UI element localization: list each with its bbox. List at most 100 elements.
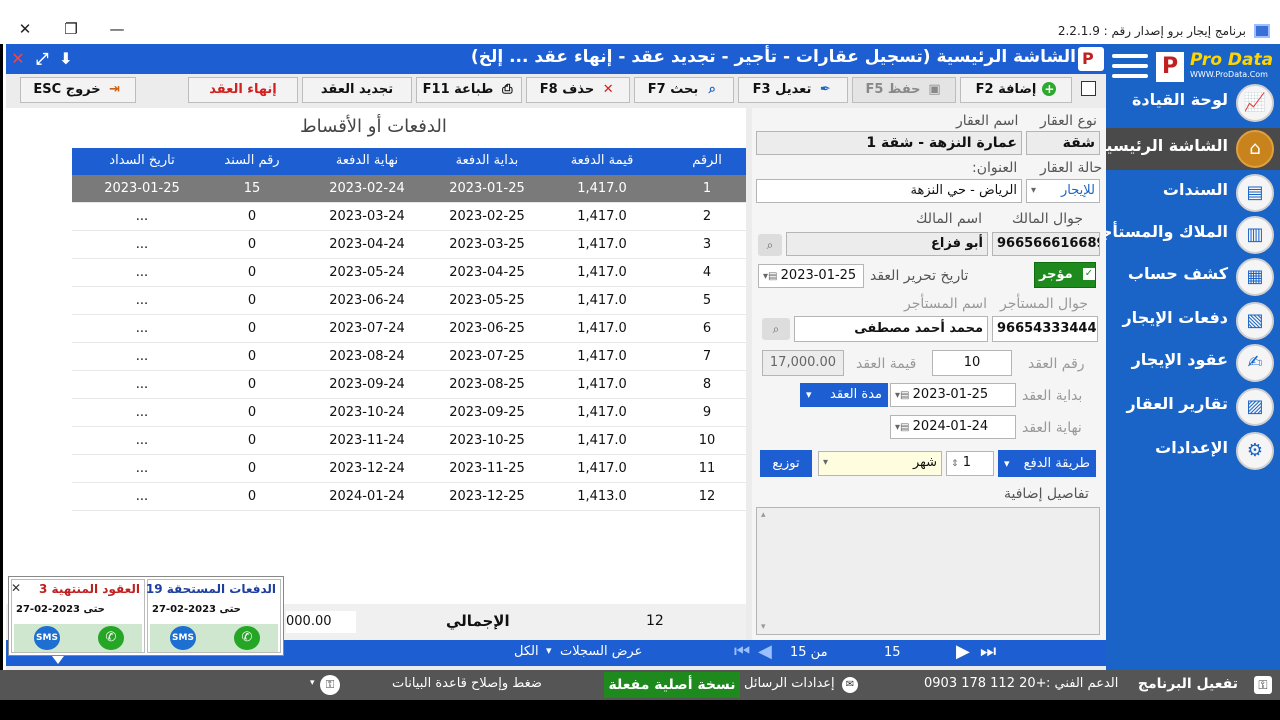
ended-contracts-card[interactable]: العقود المنتهية 3 حتى 2023-02-27 SMS ✆ — [11, 579, 145, 653]
status-select[interactable]: للإيجار ▾ — [1026, 179, 1100, 203]
cell-voucher: 0 — [247, 349, 257, 364]
sidebar-item-statement[interactable]: ▦ كشف حساب — [1106, 256, 1280, 298]
table-row[interactable]: 3 1,417.0 2023-03-25 2023-04-24 0... — [72, 231, 746, 259]
sidebar-item-vouchers[interactable]: ▤ السندات — [1106, 172, 1280, 214]
first-record-icon[interactable]: ⏮ — [734, 642, 750, 662]
rented-checkbox[interactable]: ✓ مؤجر — [1034, 262, 1096, 288]
payment-unit-select[interactable]: شهر ▾ — [818, 451, 942, 476]
owner-mobile-field[interactable]: 966566616689 — [992, 232, 1100, 256]
delete-button[interactable]: ✕ حذف F8 — [526, 77, 630, 103]
show-records-label: عرض السجلات — [560, 644, 643, 659]
whatsapp-icon[interactable]: ✆ — [98, 626, 124, 650]
table-row[interactable]: 11 1,417.0 2023-11-25 2023-12-24 0... — [72, 455, 746, 483]
next-record-icon[interactable]: ▶ — [956, 642, 970, 662]
exit-door-icon: ⇥ — [109, 82, 121, 97]
sidebar-item-dashboard[interactable]: 📈 لوحة القيادة — [1106, 82, 1280, 124]
table-row[interactable]: 6 1,417.0 2023-06-25 2023-07-24 0... — [72, 315, 746, 343]
resize-icon[interactable]: ⤢ — [32, 50, 52, 68]
sidebar-item-settings[interactable]: ⚙ الإعدادات — [1106, 430, 1280, 472]
payment-method-select[interactable]: طريقة الدفع ▾ — [998, 450, 1096, 477]
end-contract-button[interactable]: إنهاء العقد — [188, 77, 298, 103]
plus-icon: + — [1042, 82, 1057, 96]
cell-start: 2023-05-25 — [449, 293, 525, 308]
tenant-mobile-field[interactable]: 966543334444 — [992, 316, 1098, 342]
chevron-down-icon[interactable]: ▾ — [546, 644, 552, 657]
table-row[interactable]: 2 1,417.0 2023-02-25 2023-03-24 0... — [72, 203, 746, 231]
table-row[interactable]: 12 1,413.0 2023-12-25 2024-01-24 0... — [72, 483, 746, 511]
last-record-icon[interactable]: ⏭ — [980, 642, 996, 662]
show-records-value[interactable]: الكل — [514, 644, 539, 659]
distribute-button[interactable]: توزيع — [760, 450, 812, 477]
owner-mobile-label: جوال المالك — [1012, 211, 1083, 227]
col-number: الرقم — [692, 153, 722, 168]
table-row[interactable]: 9 1,417.0 2023-09-25 2023-10-24 0... — [72, 399, 746, 427]
table-row[interactable]: 8 1,417.0 2023-08-25 2023-09-24 0... — [72, 371, 746, 399]
contract-write-date-field[interactable]: ▾▤ 2023-01-25 — [758, 264, 864, 288]
chevron-down-icon[interactable]: ▾ — [310, 678, 315, 688]
sidebar-item-contracts[interactable]: ✍ عقود الإيجار — [1106, 342, 1280, 384]
sidebar-item-payments[interactable]: ▧ دفعات الإيجار — [1106, 300, 1280, 342]
activate-link[interactable]: تفعيل البرنامج — [1138, 676, 1238, 692]
owner-name-field[interactable]: أبو فزاع — [786, 232, 988, 256]
table-row[interactable]: 7 1,417.0 2023-07-25 2023-08-24 0... — [72, 343, 746, 371]
add-button[interactable]: + إضافة F2 — [960, 77, 1072, 103]
property-type-field[interactable]: شقة — [1026, 131, 1100, 155]
cell-number: 12 — [698, 489, 716, 504]
tenant-search-icon[interactable]: ⌕ — [762, 318, 790, 340]
prev-record-icon[interactable]: ◀ — [758, 642, 772, 662]
sms-icon[interactable]: SMS — [34, 626, 60, 650]
contract-value-field[interactable]: 17,000.00 — [762, 350, 844, 376]
due-payments-card[interactable]: الدفعات المستحقة 19 حتى 2023-02-27 SMS ✆ — [146, 579, 281, 653]
owner-search-icon[interactable]: ⌕ — [758, 234, 782, 256]
cell-start: 2023-03-25 — [449, 237, 525, 252]
compact-db-link[interactable]: ضغط وإصلاح قاعدة البيانات — [392, 676, 542, 691]
contract-no-field[interactable]: 10 — [932, 350, 1012, 376]
sms-icon[interactable]: SMS — [170, 626, 196, 650]
search-button[interactable]: ⌕ بحث F7 — [634, 77, 734, 103]
notes-textarea[interactable]: ▴ ▾ — [756, 507, 1100, 635]
cell-amount: 1,417.0 — [577, 405, 627, 420]
download-icon[interactable]: ⬇ — [56, 50, 76, 68]
maximize-window-button[interactable]: ❐ — [58, 18, 84, 40]
payments-icon: ▧ — [1236, 302, 1274, 340]
record-current[interactable]: 15 — [884, 645, 901, 660]
close-window-button[interactable]: ✕ — [12, 18, 38, 40]
table-row[interactable]: 5 1,417.0 2023-05-25 2023-06-24 0... — [72, 287, 746, 315]
payment-count-value: 1 — [962, 455, 971, 470]
close-icon[interactable]: ✕ — [8, 50, 28, 68]
address-field[interactable]: الرياض - حي النزهة — [756, 179, 1022, 203]
minimize-window-button[interactable]: — — [104, 18, 130, 40]
database-lock-icon[interactable]: ⚿ — [320, 675, 340, 695]
cell-number: 7 — [702, 349, 712, 364]
payment-count-stepper[interactable]: ⇕ 1 — [946, 451, 994, 476]
print-button[interactable]: ⎙ طباعة F11 — [416, 77, 522, 103]
whatsapp-icon[interactable]: ✆ — [234, 626, 260, 650]
table-row[interactable]: 1 1,417.0 2023-01-25 2023-02-24 15 2023-01-25 — [72, 175, 746, 203]
start-date-field[interactable]: ▾▤ 2023-01-25 — [890, 383, 1016, 407]
scroll-down-icon[interactable]: ▾ — [761, 622, 766, 632]
reports-icon: ▨ — [1236, 388, 1274, 426]
window-title: برنامج إيجار برو إصدار رقم : 2.2.1.9 — [1057, 24, 1246, 38]
cell-paid-date: 2023-01-25 — [104, 181, 180, 196]
property-name-field[interactable]: عمارة النزهة - شقة 1 — [756, 131, 1022, 155]
cell-voucher: 15 — [243, 181, 261, 196]
table-row[interactable]: 10 1,417.0 2023-10-25 2023-11-24 0... — [72, 427, 746, 455]
save-button[interactable]: ▣ حفظ F5 — [852, 77, 956, 103]
sidebar-item-home[interactable]: ⌂ الشاشة الرئيسية — [1097, 128, 1280, 170]
message-settings-link[interactable]: إعدادات الرسائل — [744, 676, 835, 691]
exit-button[interactable]: ⇥ خروج ESC — [20, 77, 136, 103]
table-row[interactable]: 4 1,417.0 2023-04-25 2023-05-24 0... — [72, 259, 746, 287]
col-amount: قيمة الدفعة — [570, 153, 634, 168]
edit-button[interactable]: ✒ تعديل F3 — [738, 77, 848, 103]
brand-logo: P Pro Data WWW.ProData.Com — [1112, 48, 1274, 86]
end-date-field[interactable]: ▾▤ 2024-01-24 — [890, 415, 1016, 439]
sidebar-item-owners[interactable]: ▥ الملاك والمستأجرين — [1071, 214, 1280, 256]
sidebar-item-reports[interactable]: ▨ تقارير العقار — [1106, 386, 1280, 428]
contract-write-date-value: 2023-01-25 — [780, 268, 857, 283]
licensed-badge: نسخة أصلية مفعلة — [604, 672, 740, 698]
tenant-name-field[interactable]: محمد أحمد مصطفى — [794, 316, 988, 342]
renew-contract-button[interactable]: تجديد العقد — [302, 77, 412, 103]
duration-select[interactable]: مدة العقد ▾ — [800, 383, 888, 407]
select-checkbox[interactable] — [1081, 81, 1096, 96]
scroll-up-icon[interactable]: ▴ — [761, 510, 766, 520]
